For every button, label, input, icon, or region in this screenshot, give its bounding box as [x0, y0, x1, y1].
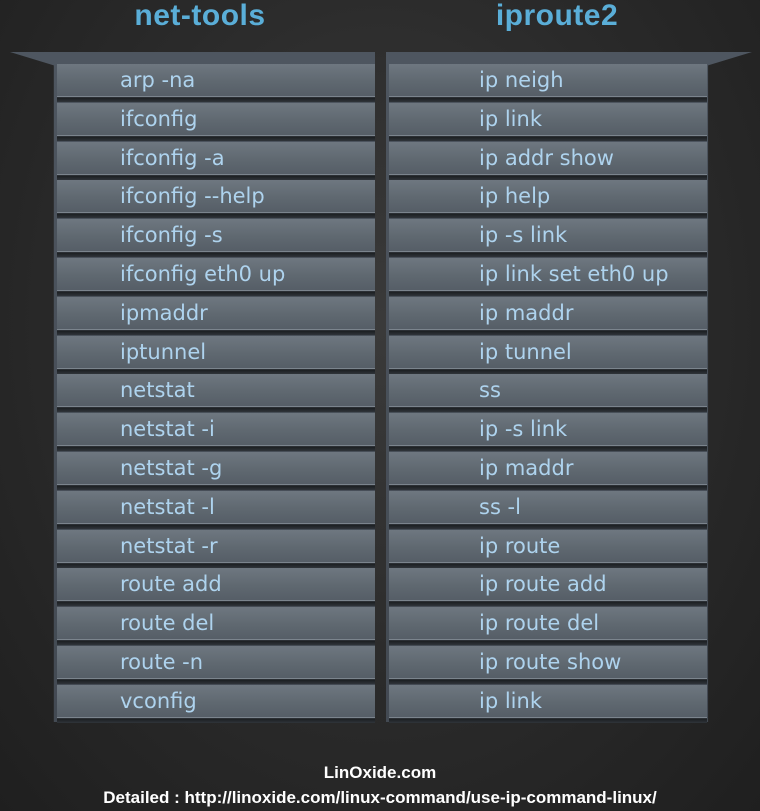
iproute2-command: ip route add — [479, 572, 607, 597]
iproute2-row: ss — [389, 374, 707, 413]
net-tools-command: iptunnel — [120, 339, 207, 364]
net-tools-row: ifconfig --help — [57, 180, 375, 219]
iproute2-command: ip link — [479, 106, 542, 131]
iproute2-command: ip addr show — [479, 145, 614, 170]
net-tools-command: netstat -l — [120, 494, 215, 519]
footer-detail-link: Detailed : http://linoxide.com/linux-com… — [103, 788, 657, 807]
iproute2-row: ip link — [389, 102, 707, 141]
net-tools-row: ifconfig — [57, 102, 375, 141]
iproute2-row: ip maddr — [389, 296, 707, 335]
net-tools-command: ifconfig eth0 up — [120, 261, 286, 286]
iproute2-row: ip maddr — [389, 451, 707, 490]
iproute2-row: ip route add — [389, 568, 707, 607]
net-tools-command: netstat -i — [120, 417, 215, 442]
net-tools-row: arp -na — [57, 64, 375, 102]
footer-site: LinOxide.com — [323, 763, 437, 782]
iproute2-command: ss — [479, 378, 501, 403]
net-tools-heading: net-tools — [134, 0, 266, 32]
net-tools-command: netstat -g — [120, 455, 223, 480]
net-tools-command: ipmaddr — [120, 300, 208, 325]
iproute2-row: ip -s link — [389, 413, 707, 452]
net-tools-column: arp -na ifconfig ifconfig -a ifconfig --hel… — [57, 64, 375, 724]
iproute2-command: ip -s link — [479, 223, 568, 248]
iproute2-command: ip help — [479, 184, 551, 209]
net-tools-command: arp -na — [120, 68, 196, 92]
iproute2-row: ip help — [389, 180, 707, 219]
iproute2-command: ip route — [479, 533, 561, 558]
net-tools-command: ifconfig -a — [120, 145, 225, 170]
iproute2-command: ip neigh — [479, 68, 564, 92]
iproute2-command: ip link — [479, 688, 542, 713]
net-tools-command: netstat -r — [120, 533, 218, 558]
net-tools-row: netstat -i — [57, 413, 375, 452]
net-tools-row: ipmaddr — [57, 296, 375, 335]
net-tools-row: route -n — [57, 645, 375, 684]
iproute2-row: ip -s link — [389, 219, 707, 258]
net-tools-row: ifconfig -a — [57, 141, 375, 180]
net-tools-row: netstat -g — [57, 451, 375, 490]
iproute2-command: ip route show — [479, 649, 622, 674]
iproute2-row: ip tunnel — [389, 335, 707, 374]
iproute2-command: ip maddr — [479, 300, 574, 325]
iproute2-command: ip route del — [479, 611, 600, 636]
net-tools-row: netstat -r — [57, 529, 375, 568]
net-tools-command: netstat — [120, 378, 195, 403]
net-tools-command: route add — [120, 572, 222, 597]
net-tools-row: iptunnel — [57, 335, 375, 374]
net-tools-command: route -n — [120, 649, 204, 674]
iproute2-row: ip link — [389, 684, 707, 723]
net-tools-command: ifconfig -s — [120, 223, 223, 248]
iproute2-row: ss -l — [389, 490, 707, 529]
iproute2-row: ip route — [389, 529, 707, 568]
iproute2-row: ip route show — [389, 645, 707, 684]
net-tools-row: netstat — [57, 374, 375, 413]
net-tools-command: route del — [120, 611, 215, 636]
net-tools-command: ifconfig --help — [120, 184, 265, 209]
iproute2-row: ip neigh — [389, 64, 707, 102]
iproute2-command: ss -l — [479, 494, 521, 519]
iproute2-heading: iproute2 — [495, 0, 619, 32]
iproute2-row: ip addr show — [389, 141, 707, 180]
iproute2-command: ip maddr — [479, 455, 574, 480]
net-tools-row: route del — [57, 607, 375, 646]
net-tools-row: vconfig — [57, 684, 375, 723]
net-tools-row: route add — [57, 568, 375, 607]
net-tools-command: ifconfig — [120, 106, 198, 131]
net-tools-row: ifconfig eth0 up — [57, 257, 375, 296]
net-tools-row: netstat -l — [57, 490, 375, 529]
iproute2-command: ip -s link — [479, 417, 568, 442]
net-tools-row: ifconfig -s — [57, 219, 375, 258]
iproute2-row: ip route del — [389, 607, 707, 646]
iproute2-column: ip neigh ip link ip addr show ip help ip -s … — [389, 64, 707, 724]
iproute2-command: ip tunnel — [479, 339, 572, 364]
iproute2-command: ip link set eth0 up — [479, 261, 669, 286]
iproute2-row: ip link set eth0 up — [389, 257, 707, 296]
net-tools-command: vconfig — [120, 688, 197, 713]
